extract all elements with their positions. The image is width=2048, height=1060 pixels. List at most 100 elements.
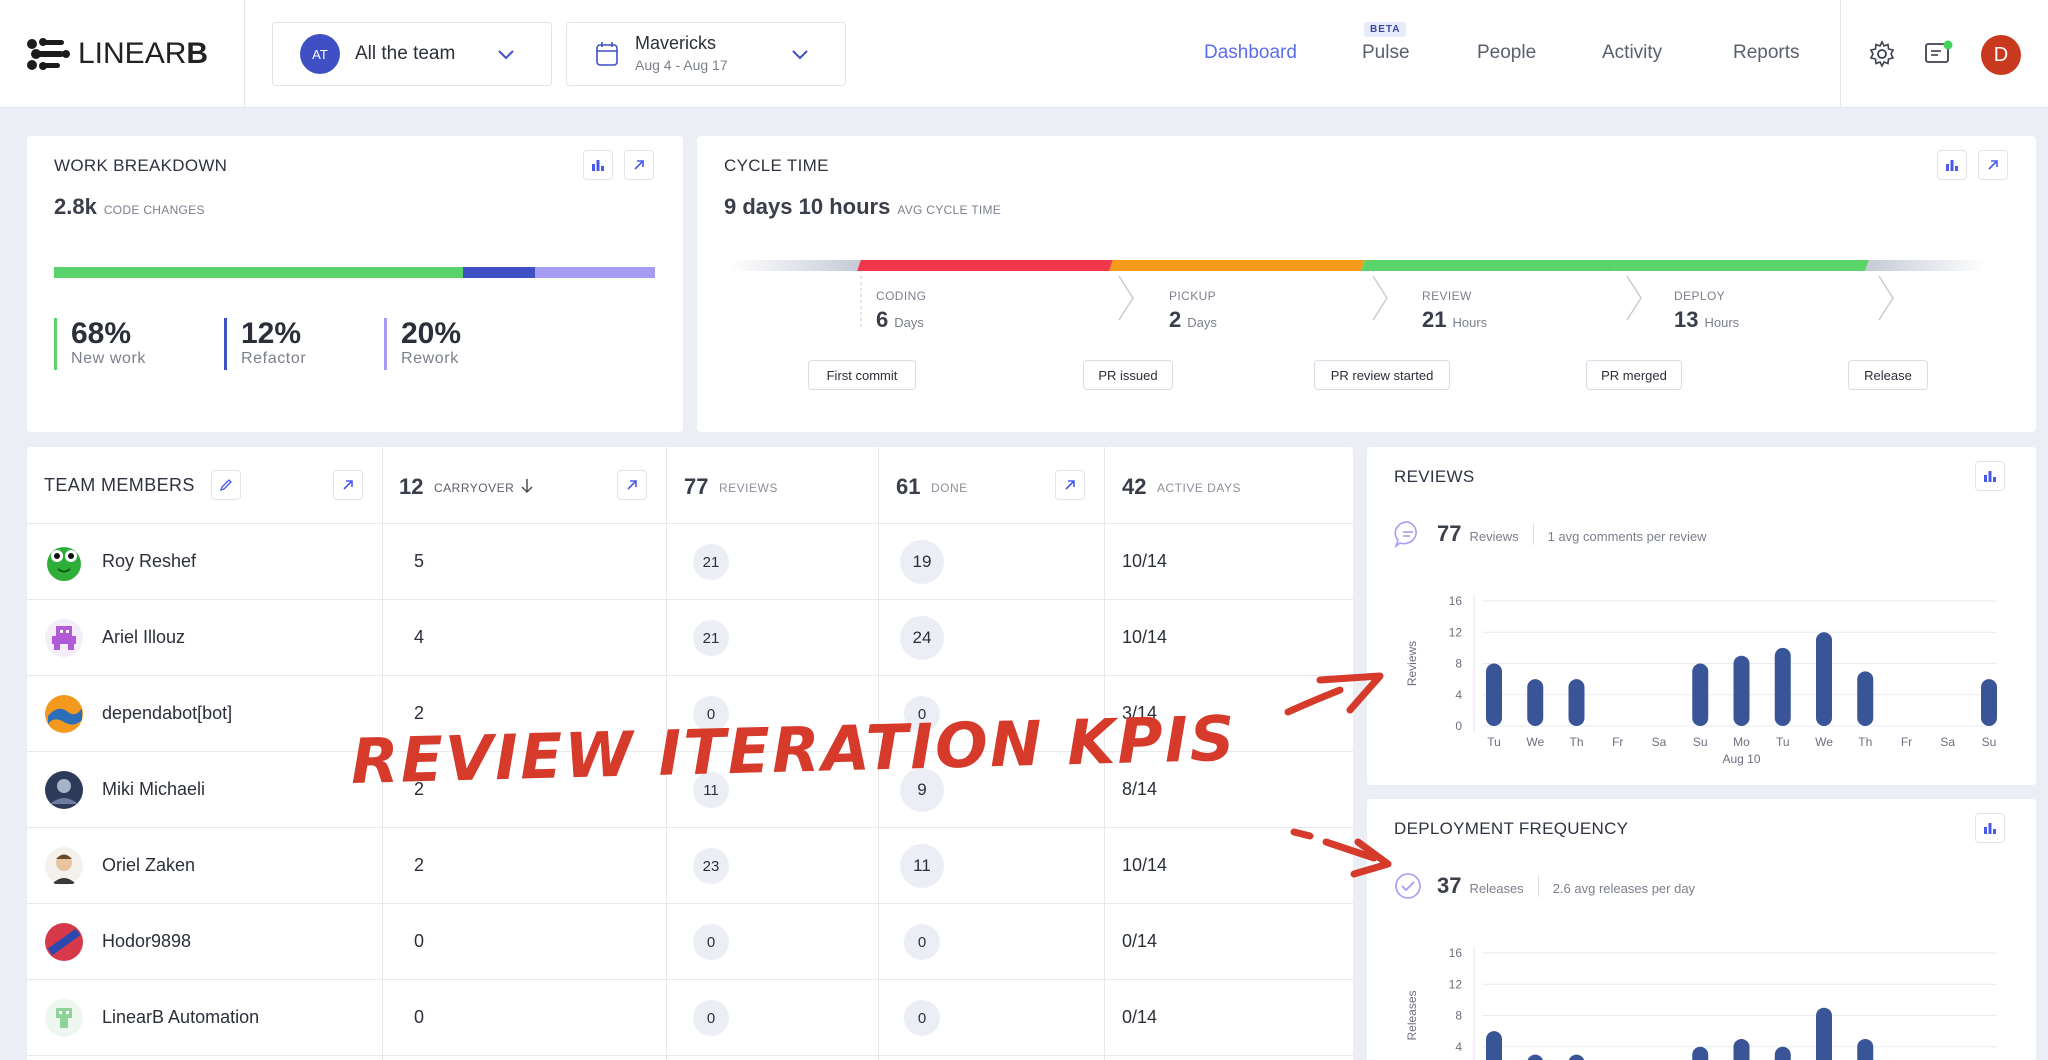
new-work-label: New work bbox=[71, 350, 147, 367]
arrow-up-right-icon bbox=[634, 160, 644, 170]
work-breakdown-bar bbox=[54, 267, 655, 278]
arrow-up-right-icon bbox=[627, 480, 637, 490]
pickup-stage: PICKUP 2 Days bbox=[1169, 289, 1217, 333]
x-tick-label: Su bbox=[1693, 735, 1708, 749]
nav-pulse[interactable]: Pulse bbox=[1362, 42, 1410, 64]
settings-gear-icon[interactable] bbox=[1868, 40, 1896, 68]
cycle-time-value: 9 days 10 hours bbox=[724, 194, 891, 219]
x-tick-label: Sa bbox=[1652, 735, 1667, 749]
bar[interactable] bbox=[1857, 671, 1874, 726]
notifications-icon[interactable] bbox=[1924, 40, 1954, 68]
linearb-logo[interactable]: LINEARB bbox=[26, 34, 208, 74]
chart-view-button[interactable] bbox=[1937, 150, 1967, 180]
avatar bbox=[45, 923, 83, 961]
bar[interactable] bbox=[1527, 1054, 1543, 1060]
member-name[interactable]: LinearB Automation bbox=[102, 1007, 259, 1028]
y-tick-label: 4 bbox=[1455, 688, 1462, 702]
bar[interactable] bbox=[1816, 1007, 1832, 1060]
bar[interactable] bbox=[1774, 647, 1791, 726]
expand-button[interactable] bbox=[333, 470, 363, 500]
expand-button[interactable] bbox=[1055, 470, 1085, 500]
team-selector[interactable]: AT All the team bbox=[272, 22, 552, 86]
reviews-value: 0 bbox=[693, 924, 729, 960]
releases-count: 37 bbox=[1437, 873, 1462, 898]
x-tick-label: Fr bbox=[1612, 735, 1623, 749]
member-name[interactable]: Miki Michaeli bbox=[102, 779, 205, 800]
bar[interactable] bbox=[1816, 632, 1832, 726]
table-header: TEAM MEMBERS 12 CARRYOVER 77 REVIEWS 61 … bbox=[27, 447, 1353, 524]
bar[interactable] bbox=[1486, 1031, 1502, 1060]
bar[interactable] bbox=[1733, 655, 1750, 726]
table-row[interactable]: Roy Reshef 5 21 19 10/14 bbox=[27, 524, 1353, 600]
table-row[interactable]: Hodor9898 0 0 0 0/14 bbox=[27, 904, 1353, 980]
x-tick-label: Fr bbox=[1901, 735, 1912, 749]
nav-people[interactable]: People bbox=[1477, 42, 1536, 64]
active-days-value: 10/14 bbox=[1122, 551, 1168, 571]
releases-note: 2.6 avg releases per day bbox=[1552, 881, 1696, 896]
reviews-value: 21 bbox=[693, 544, 729, 580]
x-tick-label: Sa bbox=[1940, 735, 1955, 749]
stage-value: 2 bbox=[1169, 307, 1182, 332]
done-value: 0 bbox=[904, 924, 940, 960]
reviews-note: 1 avg comments per review bbox=[1547, 529, 1707, 544]
arrow-up-right-icon bbox=[343, 480, 353, 490]
x-tick-label: Tu bbox=[1487, 735, 1501, 749]
table-row[interactable]: Ariel Illouz 4 21 24 10/14 bbox=[27, 600, 1353, 676]
bar[interactable] bbox=[1527, 679, 1544, 726]
stage-unit: Hours bbox=[1452, 315, 1488, 330]
member-name[interactable]: Oriel Zaken bbox=[102, 855, 195, 876]
bar[interactable] bbox=[1486, 663, 1502, 727]
member-name[interactable]: Hodor9898 bbox=[102, 931, 191, 952]
table-row[interactable]: LinearB Automation 0 0 0 0/14 bbox=[27, 980, 1353, 1056]
edit-team-button[interactable] bbox=[211, 470, 241, 500]
carryover-value: 2 bbox=[414, 855, 425, 875]
stage-unit: Days bbox=[894, 315, 924, 330]
stage-value: 21 bbox=[1422, 307, 1447, 332]
nav-reports[interactable]: Reports bbox=[1733, 42, 1800, 64]
expand-button[interactable] bbox=[617, 470, 647, 500]
top-header: LINEARB AT All the team Mavericks Aug 4 … bbox=[0, 0, 2048, 108]
expand-button[interactable] bbox=[1978, 150, 2008, 180]
nav-dashboard[interactable]: Dashboard bbox=[1204, 42, 1297, 64]
bar[interactable] bbox=[1568, 679, 1585, 726]
table-row[interactable]: Oriel Zaken 2 23 11 10/14 bbox=[27, 828, 1353, 904]
member-name[interactable]: Ariel Illouz bbox=[102, 627, 185, 648]
chart-view-button[interactable] bbox=[583, 150, 613, 180]
bar[interactable] bbox=[1981, 679, 1997, 726]
card-title: CYCLE TIME bbox=[724, 156, 829, 175]
member-name[interactable]: Roy Reshef bbox=[102, 551, 196, 572]
expand-button[interactable] bbox=[624, 150, 654, 180]
bar[interactable] bbox=[1733, 1038, 1750, 1060]
member-name[interactable]: dependabot[bot] bbox=[102, 703, 232, 724]
done-header[interactable]: DONE bbox=[931, 481, 968, 495]
sort-arrow-down-icon[interactable] bbox=[520, 477, 534, 495]
user-avatar[interactable]: D bbox=[1981, 35, 2021, 75]
pr-issued-chip: PR issued bbox=[1083, 360, 1173, 390]
period-selector[interactable]: Mavericks Aug 4 - Aug 17 bbox=[566, 22, 846, 86]
cycle-time-card: CYCLE TIME 9 days 10 hours AVG CYCLE TIM… bbox=[697, 136, 2036, 432]
nav-activity[interactable]: Activity bbox=[1602, 42, 1662, 64]
done-value: 24 bbox=[900, 616, 944, 660]
stage-unit: Days bbox=[1187, 315, 1217, 330]
timeline-tail bbox=[1865, 260, 1987, 271]
carryover-value: 5 bbox=[414, 551, 425, 571]
reviews-value: 23 bbox=[693, 848, 729, 884]
deployment-frequency-card: DEPLOYMENT FREQUENCY 37 Releases 2.6 avg… bbox=[1367, 799, 2036, 1060]
stage-name: DEPLOY bbox=[1674, 289, 1726, 303]
bar[interactable] bbox=[1774, 1046, 1791, 1060]
chart-view-button[interactable] bbox=[1975, 461, 2005, 491]
x-tick-label: Tu bbox=[1776, 735, 1790, 749]
bar[interactable] bbox=[1692, 1046, 1709, 1060]
team-selector-label: All the team bbox=[355, 43, 456, 64]
new-work-pct: 68% bbox=[71, 317, 132, 350]
carryover-header[interactable]: CARRYOVER bbox=[434, 481, 514, 495]
active-days-header[interactable]: ACTIVE DAYS bbox=[1157, 481, 1241, 495]
carryover-value: 0 bbox=[414, 1007, 425, 1027]
stage-value: 6 bbox=[876, 307, 889, 332]
active-days-total: 42 bbox=[1122, 474, 1147, 499]
bar[interactable] bbox=[1692, 663, 1709, 727]
reviews-header[interactable]: REVIEWS bbox=[719, 481, 778, 495]
chart-view-button[interactable] bbox=[1975, 813, 2005, 843]
bar[interactable] bbox=[1857, 1038, 1874, 1060]
bar[interactable] bbox=[1568, 1054, 1585, 1060]
